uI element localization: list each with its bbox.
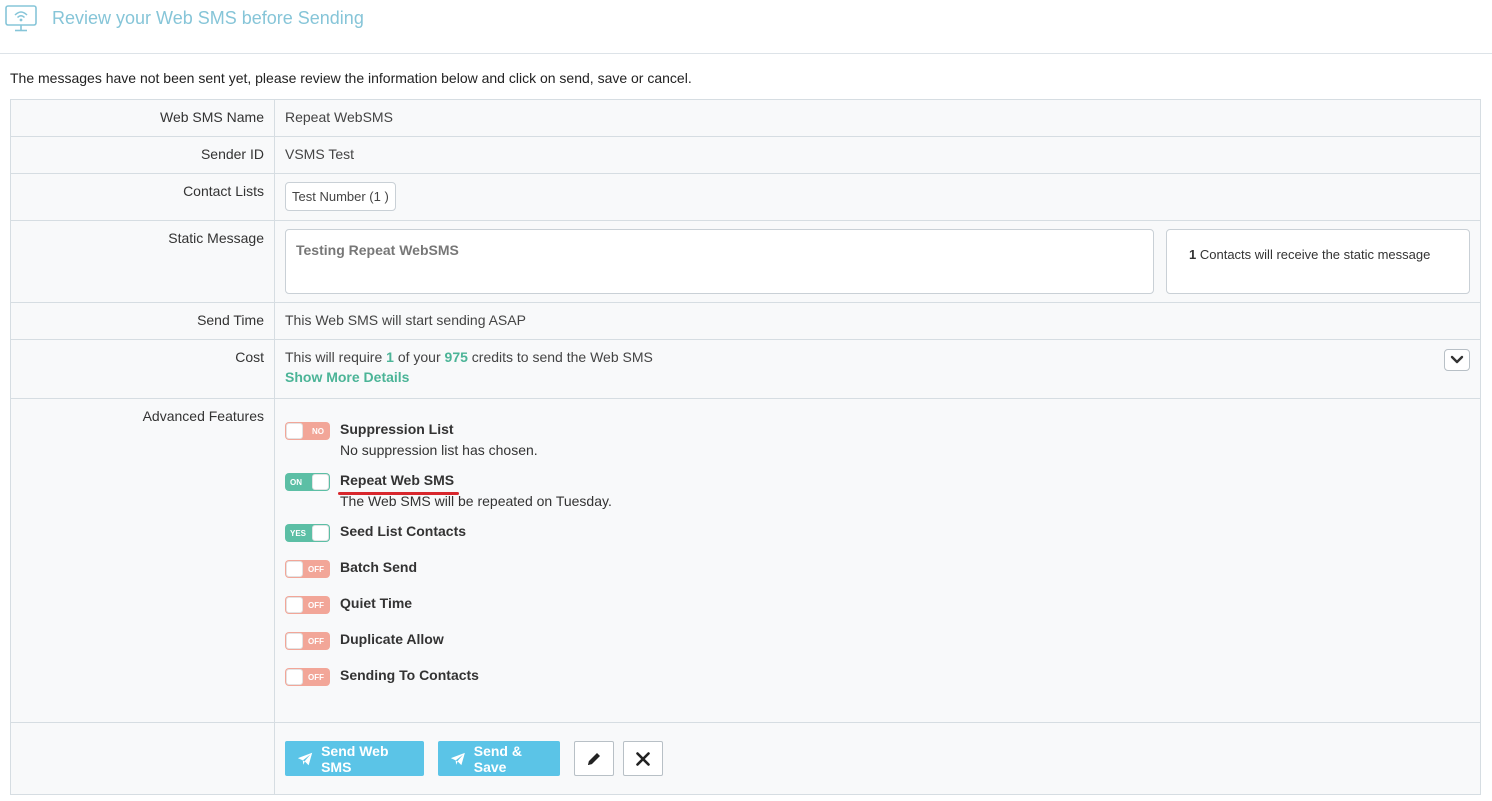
feature-description: The Web SMS will be repeated on Tuesday. bbox=[340, 493, 612, 509]
toggle-knob bbox=[312, 474, 329, 490]
feature-name: Repeat Web SMS bbox=[340, 472, 455, 488]
feature-repeat-web-sms: ON Repeat Web SMS The Web SMS will be repe… bbox=[285, 472, 1470, 509]
toggle-knob bbox=[286, 669, 303, 685]
credits-required: 1 bbox=[386, 349, 394, 365]
duplicate-allow-toggle[interactable]: OFF bbox=[285, 632, 330, 650]
toggle-knob bbox=[286, 561, 303, 577]
toggle-knob bbox=[286, 633, 303, 649]
chevron-down-icon bbox=[1450, 355, 1464, 364]
send-time-value: This Web SMS will start sending ASAP bbox=[274, 302, 1481, 340]
row-advanced-features: Advanced Features NO Suppression List No s… bbox=[10, 398, 1481, 723]
feature-seed-list-contacts: YES Seed List Contacts bbox=[285, 523, 1470, 545]
features-list: NO Suppression List No suppression list ha… bbox=[285, 421, 1470, 689]
contact-list-tag: Test Number (1 ) bbox=[285, 182, 396, 211]
web-sms-name-value: Repeat WebSMS bbox=[274, 99, 1481, 137]
row-contact-lists: Contact Lists Test Number (1 ) bbox=[10, 173, 1481, 221]
feature-name: Suppression List bbox=[340, 421, 454, 437]
row-static-message: Static Message Testing Repeat WebSMS 1 C… bbox=[10, 220, 1481, 303]
expand-cost-button[interactable] bbox=[1444, 349, 1470, 371]
feature-name: Seed List Contacts bbox=[340, 523, 467, 539]
review-table: Web SMS Name Repeat WebSMS Sender ID VSM… bbox=[10, 99, 1481, 795]
batch-send-toggle[interactable]: OFF bbox=[285, 560, 330, 578]
contact-lists-value: Test Number (1 ) bbox=[274, 173, 1481, 221]
row-send-time: Send Time This Web SMS will start sendin… bbox=[10, 302, 1481, 340]
feature-description: No suppression list has chosen. bbox=[340, 442, 538, 458]
static-message-box: Testing Repeat WebSMS bbox=[285, 229, 1154, 294]
toggle-state-label: OFF bbox=[308, 636, 324, 646]
toggle-state-label: NO bbox=[312, 426, 324, 436]
feature-suppression-list: NO Suppression List No suppression list ha… bbox=[285, 421, 1470, 458]
suppression-list-toggle[interactable]: NO bbox=[285, 422, 330, 440]
send-web-sms-button[interactable]: Send Web SMS bbox=[285, 741, 424, 776]
advanced-features-cell: NO Suppression List No suppression list ha… bbox=[274, 398, 1481, 723]
toggle-state-label: ON bbox=[290, 477, 302, 487]
row-label: Web SMS Name bbox=[10, 99, 275, 137]
pencil-icon bbox=[588, 752, 600, 765]
toggle-state-label: OFF bbox=[308, 672, 324, 682]
seed-list-contacts-toggle[interactable]: YES bbox=[285, 524, 330, 542]
cancel-button[interactable] bbox=[623, 741, 663, 776]
cost-cell: This will require 1 of your 975 credits … bbox=[274, 339, 1481, 399]
send-and-save-button[interactable]: Send & Save bbox=[438, 741, 560, 776]
close-icon bbox=[636, 751, 650, 766]
toggle-state-label: OFF bbox=[308, 600, 324, 610]
toggle-state-label: YES bbox=[290, 528, 307, 538]
highlight-underline bbox=[338, 492, 459, 495]
row-label: Contact Lists bbox=[10, 173, 275, 221]
row-cost: Cost This will require 1 of your 975 cre… bbox=[10, 339, 1481, 399]
toggle-state-label: OFF bbox=[308, 564, 324, 574]
send-and-save-label: Send & Save bbox=[473, 742, 522, 775]
row-label: Advanced Features bbox=[10, 398, 275, 723]
broadcast-monitor-icon bbox=[5, 5, 37, 32]
row-label: Send Time bbox=[10, 302, 275, 340]
row-label: Static Message bbox=[10, 220, 275, 303]
feature-batch-send: OFF Batch Send bbox=[285, 559, 1470, 581]
toggle-knob bbox=[286, 423, 303, 439]
feature-duplicate-allow: OFF Duplicate Allow bbox=[285, 631, 1470, 653]
quiet-time-toggle[interactable]: OFF bbox=[285, 596, 330, 614]
review-notice: The messages have not been sent yet, ple… bbox=[10, 70, 692, 86]
cost-prefix: This will require bbox=[285, 349, 383, 365]
send-web-sms-label: Send Web SMS bbox=[321, 742, 389, 775]
credits-available: 975 bbox=[444, 349, 468, 365]
row-label: Cost bbox=[10, 339, 275, 399]
toggle-knob bbox=[312, 525, 329, 541]
edit-button[interactable] bbox=[574, 741, 614, 776]
recipients-text: Contacts will receive the static message bbox=[1199, 247, 1431, 262]
paper-plane-icon bbox=[450, 752, 465, 765]
cost-suffix: credits to send the Web SMS bbox=[471, 349, 653, 365]
sending-to-contacts-toggle[interactable]: OFF bbox=[285, 668, 330, 686]
page-title: Review your Web SMS before Sending bbox=[52, 8, 364, 28]
feature-sending-to-contacts: OFF Sending To Contacts bbox=[285, 667, 1470, 689]
recipients-count: 1 bbox=[1189, 247, 1197, 262]
toggle-knob bbox=[286, 597, 303, 613]
feature-name: Sending To Contacts bbox=[340, 667, 479, 683]
repeat-web-sms-toggle[interactable]: ON bbox=[285, 473, 330, 491]
feature-quiet-time: OFF Quiet Time bbox=[285, 595, 1470, 617]
row-actions: Send Web SMS Send & Save bbox=[10, 722, 1481, 795]
actions-cell: Send Web SMS Send & Save bbox=[274, 722, 1481, 795]
feature-name: Duplicate Allow bbox=[340, 631, 444, 647]
recipients-info-box: 1 Contacts will receive the static messa… bbox=[1166, 229, 1470, 294]
feature-name: Quiet Time bbox=[340, 595, 413, 611]
paper-plane-icon bbox=[297, 752, 313, 765]
page-header: Review your Web SMS before Sending bbox=[0, 0, 1492, 54]
static-message-cell: Testing Repeat WebSMS 1 Contacts will re… bbox=[274, 220, 1481, 303]
row-label: Sender ID bbox=[10, 136, 275, 174]
actions-label-cell bbox=[10, 722, 275, 795]
feature-name: Batch Send bbox=[340, 559, 418, 575]
row-web-sms-name: Web SMS Name Repeat WebSMS bbox=[10, 99, 1481, 137]
sender-id-value: VSMS Test bbox=[274, 136, 1481, 174]
show-more-details-link[interactable]: Show More Details bbox=[285, 369, 1470, 385]
cost-middle: of your bbox=[397, 349, 441, 365]
row-sender-id: Sender ID VSMS Test bbox=[10, 136, 1481, 174]
